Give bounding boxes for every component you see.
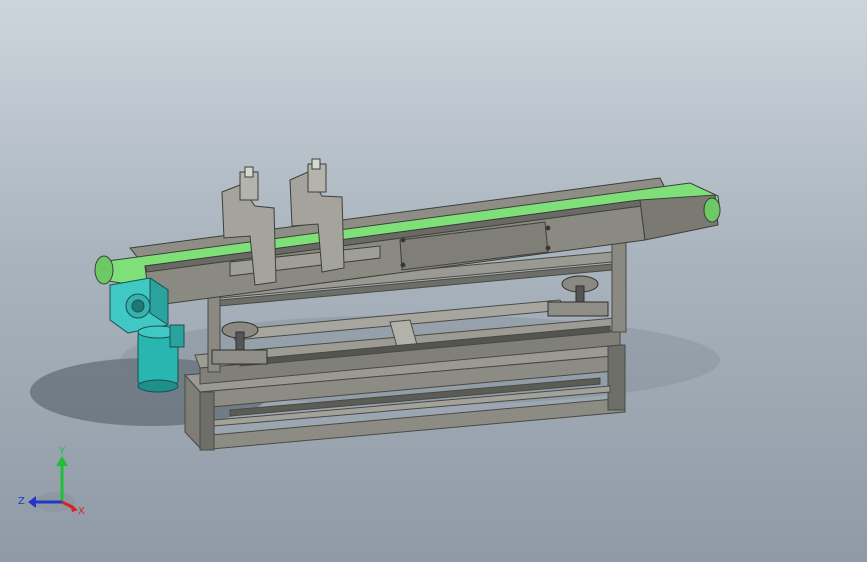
- z-axis-label: Z: [18, 496, 25, 507]
- conveyor-model[interactable]: [0, 0, 867, 562]
- coordinate-triad[interactable]: Y Z X: [0, 440, 100, 562]
- x-axis-label: X: [78, 506, 85, 517]
- x-axis-arrow-icon: [70, 504, 78, 512]
- y-axis-arrow-icon: [56, 456, 68, 466]
- z-axis-arrow-icon: [28, 496, 36, 508]
- gearbox[interactable]: [109, 277, 169, 334]
- y-axis-label: Y: [58, 446, 66, 457]
- graphics-viewport[interactable]: Y Z X: [0, 0, 867, 562]
- handwheel-right[interactable]: [547, 275, 609, 317]
- drive-motor[interactable]: [137, 324, 185, 393]
